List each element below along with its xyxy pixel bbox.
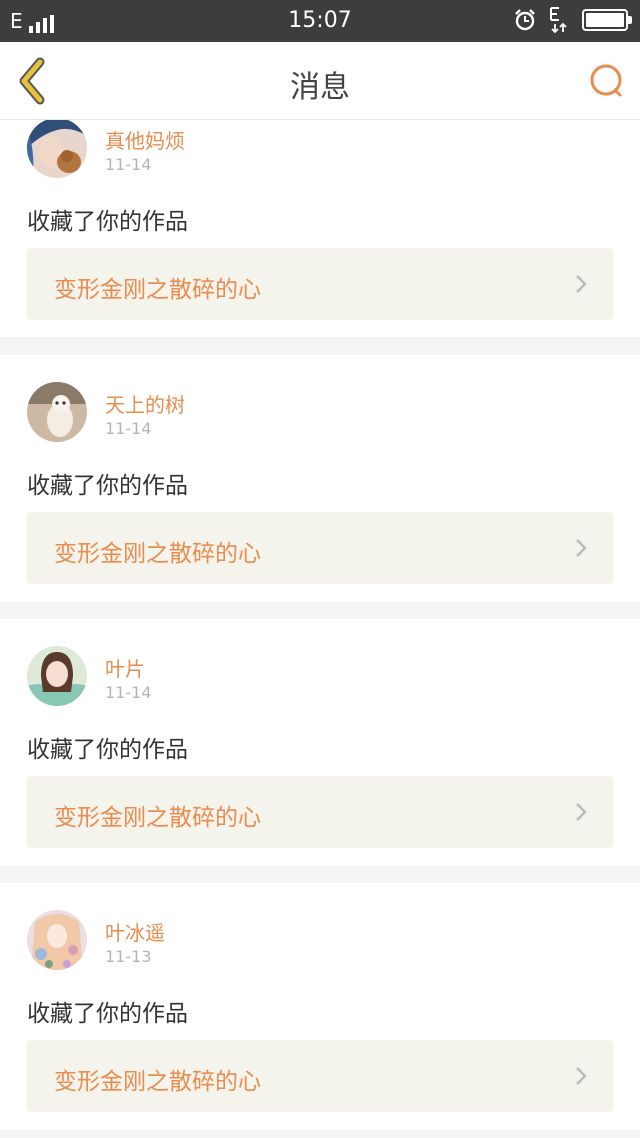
chevron-right-icon (576, 539, 587, 557)
data-transfer-icon (550, 7, 567, 34)
notification-list[interactable]: 真他妈烦 11-14 收藏了你的作品 变形金刚之散碎的心 天上的树 11-14 … (0, 120, 640, 1138)
notification-date: 11-14 (105, 419, 152, 438)
search-icon (590, 64, 622, 97)
page-title: 消息 (290, 70, 350, 105)
work-title: 变形金刚之散碎的心 (54, 541, 261, 567)
work-title: 变形金刚之散碎的心 (54, 805, 261, 831)
avatar[interactable] (27, 646, 87, 706)
chevron-right-icon (576, 803, 587, 821)
nav-bar: 消息 (0, 42, 640, 120)
status-bar: E 15:07 (0, 0, 640, 42)
username[interactable]: 真他妈烦 (105, 125, 185, 154)
notification-card: 真他妈烦 11-14 收藏了你的作品 变形金刚之散碎的心 (0, 120, 640, 337)
action-text: 收藏了你的作品 (27, 209, 188, 235)
avatar[interactable] (27, 382, 87, 442)
notification-date: 11-13 (105, 947, 152, 966)
action-text: 收藏了你的作品 (27, 737, 188, 763)
work-link[interactable]: 变形金刚之散碎的心 (27, 512, 613, 584)
action-text: 收藏了你的作品 (27, 473, 188, 499)
search-button[interactable] (586, 60, 626, 104)
battery-fill (586, 13, 624, 27)
work-link[interactable]: 变形金刚之散碎的心 (27, 248, 613, 320)
work-link[interactable]: 变形金刚之散碎的心 (27, 776, 613, 848)
username[interactable]: 叶冰遥 (105, 917, 165, 946)
work-title: 变形金刚之散碎的心 (54, 1069, 261, 1095)
username[interactable]: 叶片 (105, 653, 145, 682)
work-link[interactable]: 变形金刚之散碎的心 (27, 1040, 613, 1112)
battery-icon (582, 9, 632, 31)
notification-date: 11-14 (105, 155, 152, 174)
action-text: 收藏了你的作品 (27, 1001, 188, 1027)
username[interactable]: 天上的树 (105, 389, 185, 418)
alarm-icon (515, 9, 535, 31)
chevron-right-icon (576, 275, 587, 293)
notification-card: 叶冰遥 11-13 收藏了你的作品 变形金刚之散碎的心 (0, 883, 640, 1130)
notification-card: 叶片 11-14 收藏了你的作品 变形金刚之散碎的心 (0, 619, 640, 866)
notification-card: 天上的树 11-14 收藏了你的作品 变形金刚之散碎的心 (0, 355, 640, 602)
chevron-right-icon (576, 1067, 587, 1085)
avatar[interactable] (27, 120, 87, 178)
notification-date: 11-14 (105, 683, 152, 702)
work-title: 变形金刚之散碎的心 (54, 277, 261, 303)
avatar[interactable] (27, 910, 87, 970)
